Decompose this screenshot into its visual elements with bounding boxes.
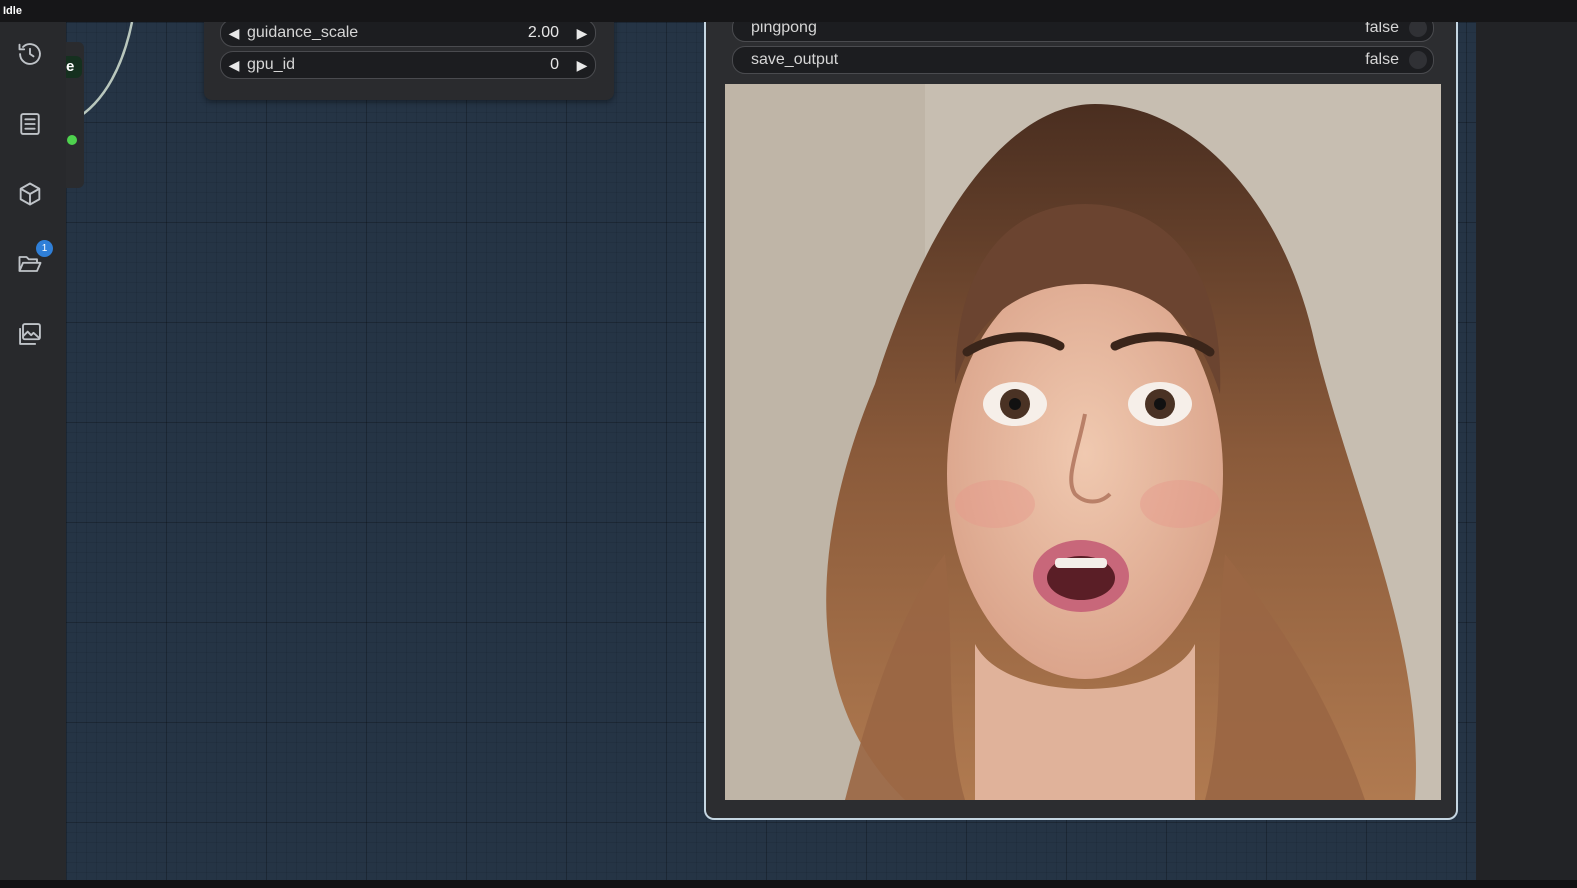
output-slot-dot[interactable] <box>67 135 77 145</box>
list-icon[interactable] <box>14 108 46 140</box>
gpu-id-widget[interactable]: ◀ gpu_id 0 ▶ <box>220 51 596 79</box>
video-output-node[interactable]: pingpong false save_output false <box>704 22 1458 820</box>
node-canvas[interactable]: e ◀ guidance_scale 2.00 ▶ ◀ gpu_id 0 ▶ p… <box>66 22 1476 880</box>
sampler-params-node[interactable]: ◀ guidance_scale 2.00 ▶ ◀ gpu_id 0 ▶ <box>204 22 614 100</box>
pingpong-toggle[interactable]: pingpong false <box>732 22 1434 42</box>
folder-icon[interactable]: 1 <box>14 240 53 280</box>
decrement-arrow-icon[interactable]: ◀ <box>221 25 247 42</box>
toggle-knob <box>1409 51 1427 69</box>
gpu-id-value: 0 <box>550 56 559 73</box>
increment-arrow-icon[interactable]: ▶ <box>569 25 595 42</box>
upstream-node-title: e <box>66 56 82 78</box>
toggle-knob <box>1409 22 1427 37</box>
notification-badge: 1 <box>36 240 53 257</box>
top-bar: Idle <box>0 0 1577 23</box>
save-output-label: save_output <box>751 51 839 68</box>
gpu-id-label: gpu_id <box>247 56 296 73</box>
portrait-illustration <box>725 84 1441 800</box>
save-output-value: false <box>1365 51 1399 68</box>
status-text: Idle <box>3 5 22 17</box>
pingpong-value: false <box>1365 22 1399 36</box>
right-panel-edge <box>1476 22 1577 880</box>
guidance-scale-widget[interactable]: ◀ guidance_scale 2.00 ▶ <box>220 22 596 47</box>
decrement-arrow-icon[interactable]: ◀ <box>221 57 247 74</box>
bottom-bar <box>0 880 1577 888</box>
cube-icon[interactable] <box>14 178 46 210</box>
sidebar: 1 <box>0 22 66 888</box>
upstream-node[interactable]: e <box>66 42 84 188</box>
pingpong-label: pingpong <box>751 22 817 36</box>
guidance-scale-label: guidance_scale <box>247 24 359 41</box>
images-icon[interactable] <box>14 318 46 350</box>
increment-arrow-icon[interactable]: ▶ <box>569 57 595 74</box>
guidance-scale-value: 2.00 <box>527 24 559 41</box>
output-preview-image <box>725 84 1441 800</box>
node-link-wire <box>73 22 134 122</box>
save-output-toggle[interactable]: save_output false <box>732 46 1434 74</box>
history-icon[interactable] <box>14 38 46 70</box>
